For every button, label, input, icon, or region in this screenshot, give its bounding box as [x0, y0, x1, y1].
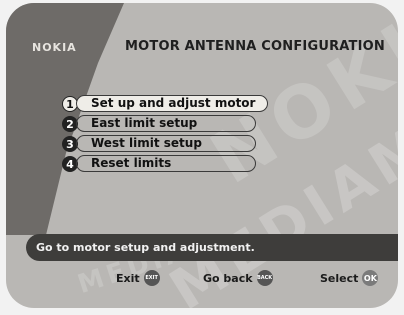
menu-item-reset-limits[interactable]: 4 Reset limits	[62, 155, 322, 174]
select-label: Select	[320, 271, 359, 285]
help-bar: Exit EXIT Go back BACK Select OK	[6, 270, 398, 290]
menu-item-label: East limit setup	[76, 115, 256, 132]
menu-item-west-limit-setup[interactable]: 3 West limit setup	[62, 135, 322, 154]
go-back-button[interactable]: Go back BACK	[203, 270, 273, 286]
menu-item-east-limit-setup[interactable]: 2 East limit setup	[62, 115, 322, 134]
menu-item-label: Set up and adjust motor	[76, 95, 268, 112]
select-button[interactable]: Select OK	[320, 270, 379, 286]
go-back-label: Go back	[203, 271, 253, 285]
page-title: MOTOR ANTENNA CONFIGURATION	[125, 39, 385, 54]
ok-key-icon: OK	[362, 270, 379, 286]
menu-item-set-up-adjust-motor[interactable]: 1 Set up and adjust motor	[62, 95, 322, 114]
tv-screen: NOKIA MEDIAMASTER MEDIA NOKIA MOTOR ANTE…	[6, 3, 398, 308]
exit-label: Exit	[116, 271, 140, 285]
back-key-icon: BACK	[256, 270, 273, 286]
exit-key-icon: EXIT	[143, 270, 160, 286]
exit-button[interactable]: Exit EXIT	[116, 270, 160, 286]
menu-list: 1 Set up and adjust motor 2 East limit s…	[62, 95, 322, 175]
nokia-logo: NOKIA	[32, 41, 77, 54]
menu-item-label: West limit setup	[76, 135, 256, 152]
status-bar: Go to motor setup and adjustment.	[26, 234, 398, 261]
menu-item-label: Reset limits	[76, 155, 256, 172]
